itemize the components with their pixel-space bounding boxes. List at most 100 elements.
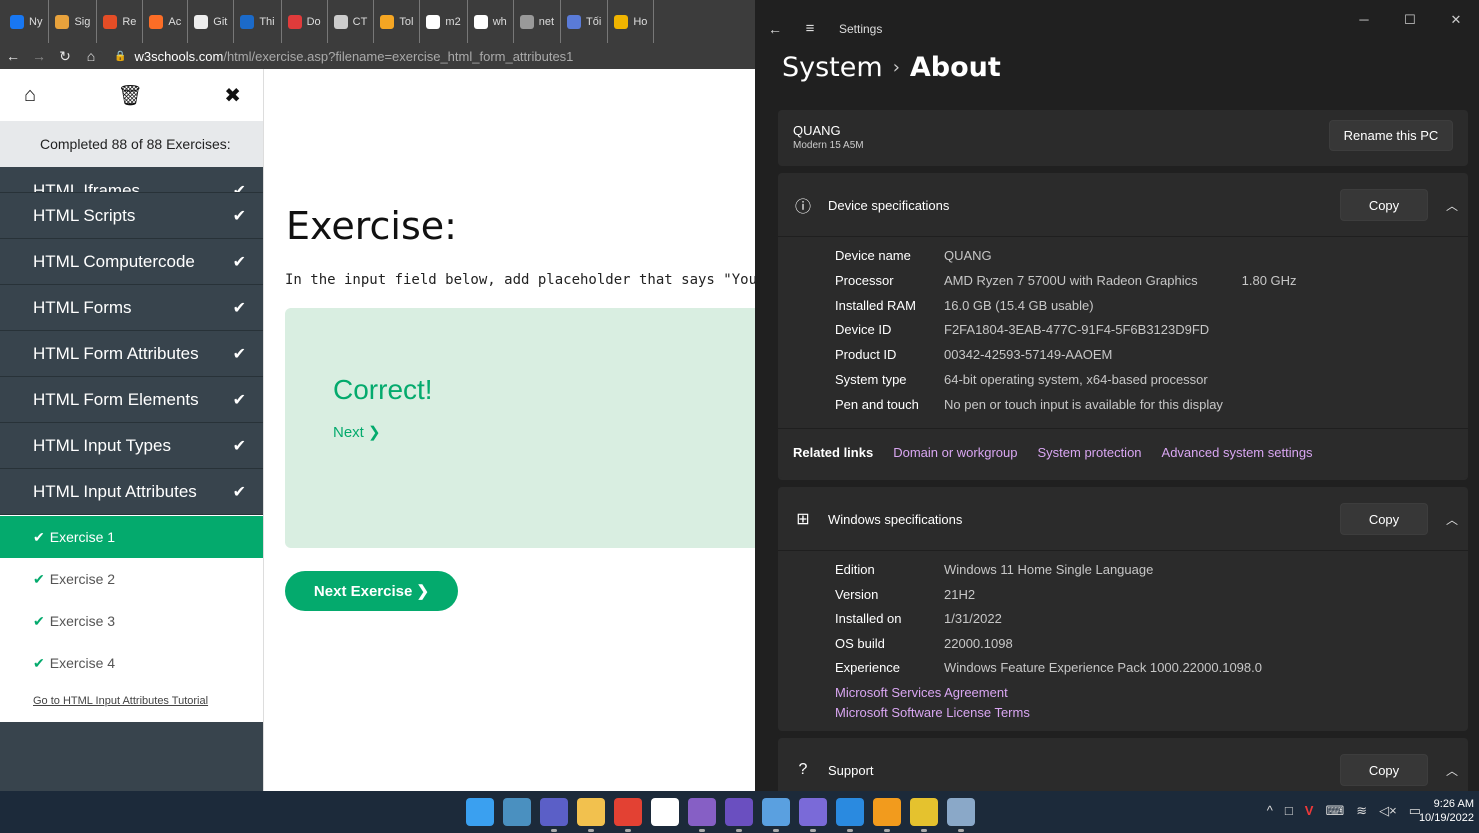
support-header[interactable]: ? Support Copy ︿ — [778, 738, 1468, 791]
exercise-item[interactable]: ✔ Exercise 3 — [0, 600, 263, 642]
browser-tab[interactable]: Git — [188, 0, 235, 43]
advanced-system-settings-link[interactable]: Advanced system settings — [1162, 445, 1313, 460]
settings-gear-icon[interactable] — [947, 798, 975, 832]
hamburger-menu-icon[interactable]: ≡ — [795, 20, 825, 37]
tab-favicon-icon — [149, 14, 164, 29]
vscode-icon[interactable] — [836, 798, 864, 832]
spec-row: Edition Windows 11 Home Single Language — [835, 562, 1153, 577]
device-specs-header[interactable]: ⓘ Device specifications Copy ︿ — [778, 173, 1468, 237]
spec-key: Pen and touch — [835, 396, 919, 412]
chrome-icon[interactable] — [614, 798, 642, 832]
browser-tab[interactable]: Ac — [143, 0, 189, 43]
copy-button[interactable]: Copy — [1340, 189, 1428, 221]
browser-tab[interactable]: Tol — [374, 0, 421, 43]
wifi-icon[interactable]: ≋ — [1356, 803, 1367, 819]
sidebar-item[interactable]: HTML Forms ✔ — [0, 285, 263, 331]
minimize-icon[interactable]: ─ — [1341, 12, 1387, 28]
system-protection-link[interactable]: System protection — [1037, 445, 1141, 460]
running-indicator — [810, 829, 816, 832]
help-icon: ? — [798, 761, 808, 778]
keyboard-icon[interactable]: ⌨ — [1325, 803, 1344, 819]
check-icon: ✔ — [232, 207, 246, 225]
exercise-item[interactable]: ✔ Exercise 1 — [0, 516, 263, 558]
divider — [778, 236, 1468, 237]
browser-tab[interactable]: Sig — [49, 0, 98, 43]
maximize-icon[interactable]: ☐ — [1387, 12, 1433, 28]
ms-license-terms-link[interactable]: Microsoft Software License Terms — [835, 705, 1030, 720]
sidebar-item[interactable]: HTML Input Attributes ✔ — [0, 469, 263, 515]
spec-key: Installed RAM — [835, 297, 916, 313]
browser-tab[interactable]: wh — [468, 0, 514, 43]
back-arrow-icon[interactable]: ← — [0, 48, 26, 64]
copy-button[interactable]: Copy — [1340, 754, 1428, 786]
trash-icon[interactable]: 🗑 — [117, 83, 142, 108]
chevron-up-icon[interactable]: ︿ — [1446, 197, 1458, 214]
exercise-item[interactable]: ✔ Exercise 4 — [0, 642, 263, 684]
spec-row: Pen and touch No pen or touch input is av… — [835, 397, 1223, 412]
tutorial-link[interactable]: Go to HTML Input Attributes Tutorial — [0, 681, 208, 707]
photos-icon[interactable] — [762, 798, 790, 832]
running-indicator — [921, 829, 927, 832]
search-icon[interactable] — [503, 798, 531, 826]
browser-tab[interactable]: Thi — [234, 0, 282, 43]
volume-icon[interactable]: ◁× — [1379, 803, 1397, 819]
vs-purple-icon[interactable] — [725, 798, 753, 832]
home-icon[interactable]: ⌂ — [24, 84, 36, 107]
browser-tab[interactable]: CT — [328, 0, 375, 43]
forward-arrow-icon[interactable]: → — [26, 48, 52, 64]
exercise-label: Exercise 2 — [49, 571, 116, 587]
visual-studio-icon[interactable] — [688, 798, 716, 832]
chevron-up-icon[interactable]: ^ — [1267, 803, 1273, 819]
next-link[interactable]: Next ❯ — [333, 423, 381, 441]
sidebar-item[interactable]: HTML Computercode ✔ — [0, 239, 263, 285]
tab-favicon-icon — [287, 14, 302, 29]
sidebar-item[interactable]: HTML Form Attributes ✔ — [0, 331, 263, 377]
file-explorer-icon[interactable] — [577, 798, 605, 832]
close-icon[interactable]: ✖ — [224, 83, 241, 108]
tab-favicon-icon — [519, 14, 534, 29]
browser-tab[interactable]: Ho — [608, 0, 655, 43]
running-indicator — [625, 829, 631, 832]
chip-app-icon[interactable] — [799, 798, 827, 832]
figma-like-icon[interactable] — [910, 798, 938, 832]
browser-tab[interactable]: Do — [282, 0, 328, 43]
orange-app-icon[interactable] — [873, 798, 901, 832]
url-field[interactable]: 🔒 w3schools.com/html/exercise.asp?filena… — [114, 49, 573, 64]
sidebar-item-partial[interactable]: HTML Iframes ✔ — [0, 167, 263, 193]
close-icon[interactable]: ✕ — [1433, 12, 1479, 28]
sidebar-item[interactable]: HTML Form Elements ✔ — [0, 377, 263, 423]
pc-name: QUANG — [793, 123, 841, 138]
vivaldi-icon[interactable]: V — [1305, 803, 1314, 819]
rename-pc-button[interactable]: Rename this PC — [1329, 120, 1453, 151]
spec-value: F2FA1804-3EAB-477C-91F4-5F6B3123D9FD — [944, 322, 1210, 338]
tray-app-icon[interactable]: □ — [1285, 803, 1293, 819]
browser-tab[interactable]: m2 — [420, 0, 468, 43]
browser-tab[interactable]: Tối — [561, 0, 609, 43]
notion-icon[interactable] — [651, 798, 679, 826]
pc-model: Modern 15 A5M — [793, 140, 864, 151]
sidebar-item[interactable]: HTML Scripts ✔ — [0, 193, 263, 239]
chevron-up-icon[interactable]: ︿ — [1446, 762, 1458, 779]
browser-tab[interactable]: Re — [97, 0, 144, 43]
spec-value: No pen or touch input is available for t… — [944, 396, 1223, 412]
breadcrumb-parent[interactable]: System — [782, 52, 883, 83]
next-exercise-button[interactable]: Next Exercise ❯ — [285, 571, 458, 611]
browser-tab[interactable]: Ny — [4, 0, 50, 43]
home-icon[interactable]: ⌂ — [78, 48, 104, 64]
teams-icon[interactable] — [540, 798, 568, 832]
start-icon[interactable] — [466, 798, 494, 826]
sidebar-item-label: HTML Input Types — [33, 435, 171, 455]
domain-workgroup-link[interactable]: Domain or workgroup — [893, 445, 1017, 460]
exercise-item[interactable]: ✔ Exercise 2 — [0, 558, 263, 600]
copy-button[interactable]: Copy — [1340, 503, 1428, 535]
back-arrow-icon[interactable]: ← — [755, 21, 795, 37]
ms-services-agreement-link[interactable]: Microsoft Services Agreement — [835, 685, 1008, 700]
chevron-up-icon[interactable]: ︿ — [1446, 511, 1458, 528]
clock[interactable]: 9:26 AM 10/19/2022 — [1419, 797, 1474, 825]
browser-tab[interactable]: net — [514, 0, 562, 43]
sidebar-item[interactable]: HTML Input Types ✔ — [0, 423, 263, 469]
sidebar-footer — [0, 722, 263, 791]
tab-favicon-icon — [240, 14, 255, 29]
windows-specs-header[interactable]: ⊞ Windows specifications Copy ︿ — [778, 487, 1468, 551]
reload-icon[interactable]: ↻ — [52, 48, 78, 65]
